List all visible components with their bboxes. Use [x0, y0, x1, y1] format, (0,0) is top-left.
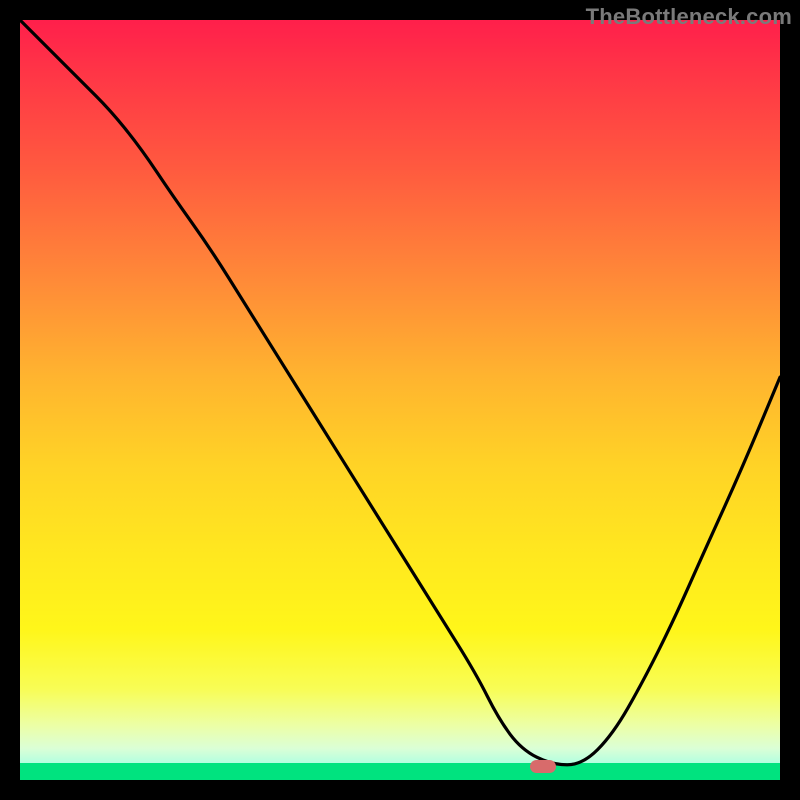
optimum-marker: [530, 760, 556, 773]
watermark-text: TheBottleneck.com: [586, 4, 792, 30]
curve-layer: [20, 20, 780, 780]
curve-path: [20, 20, 780, 765]
plot-area: [20, 20, 780, 780]
chart-frame: TheBottleneck.com: [0, 0, 800, 800]
